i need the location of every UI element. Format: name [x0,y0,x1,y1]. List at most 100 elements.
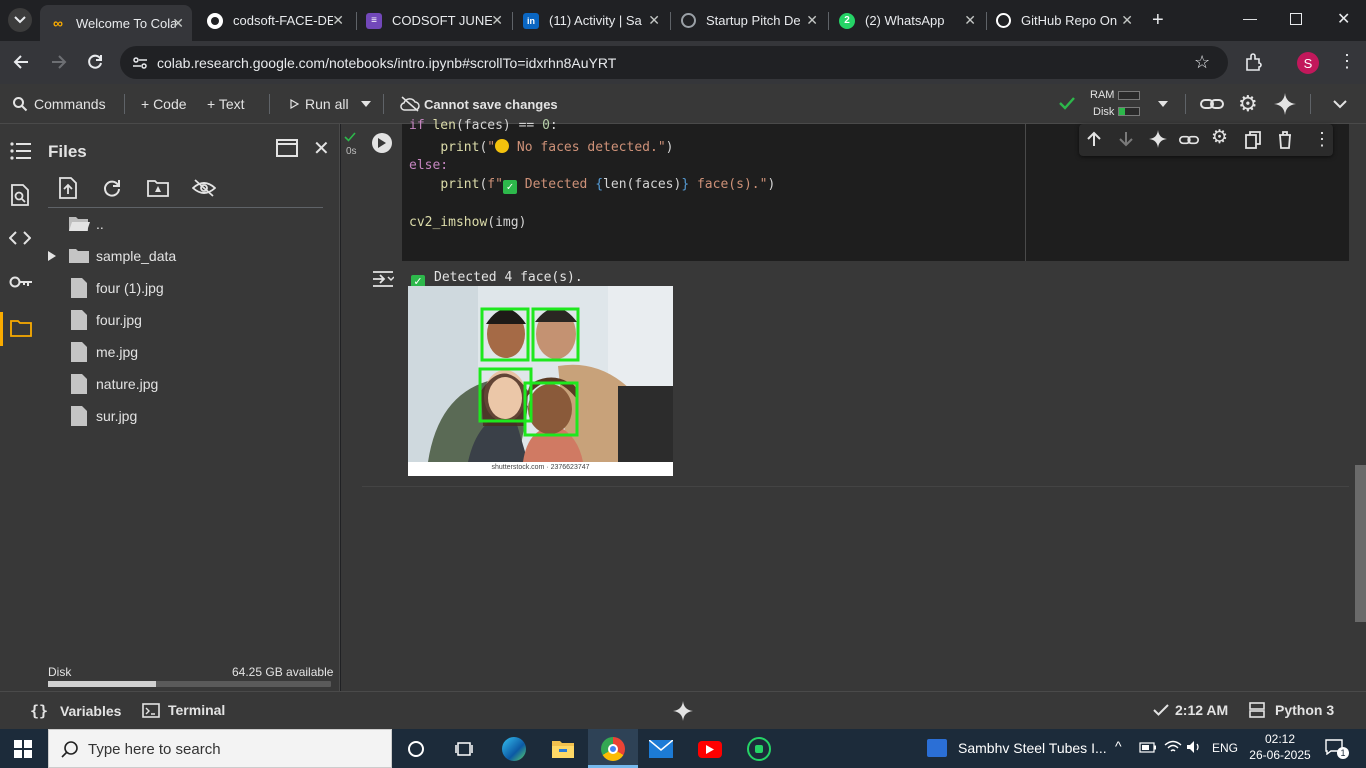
whatsapp-icon[interactable] [746,736,772,762]
colab-icon: ∞ [53,15,63,31]
file-item-sur-jpg[interactable]: sur.jpg [68,400,137,432]
action-center-icon[interactable]: 1 [1325,739,1349,759]
variables-button[interactable]: {} Variables [30,702,121,720]
file-item-parent[interactable]: .. [68,208,104,240]
mail-icon[interactable] [648,736,674,762]
output-actions-icon[interactable] [372,270,394,288]
file-item-label: sur.jpg [96,408,138,424]
link-icon[interactable] [1200,96,1224,112]
forward-icon[interactable] [50,53,68,71]
tab-startup-pitch[interactable]: Startup Pitch De ✕ [671,6,826,35]
stock-app-icon[interactable] [927,739,947,757]
add-code-button[interactable]: + Code [141,84,187,124]
resources-dropdown[interactable] [1158,101,1168,107]
link-to-cell-icon[interactable] [1179,133,1199,147]
sad-face-emoji-icon [495,139,510,153]
url-bar[interactable]: colab.research.google.com/notebooks/intr… [120,46,1228,79]
secrets-key-icon[interactable] [9,275,33,289]
more-options-icon[interactable]: ⋮ [1313,129,1331,149]
run-cell-button[interactable] [372,133,392,153]
cortana-icon[interactable] [403,736,429,762]
open-in-tab-icon[interactable] [276,139,298,157]
close-icon[interactable]: ✕ [964,12,976,29]
run-all-button[interactable]: Run all [289,84,349,124]
close-icon[interactable]: ✕ [806,12,818,29]
wifi-icon[interactable] [1164,740,1182,754]
volume-icon[interactable] [1186,740,1202,754]
back-icon[interactable] [12,53,30,71]
file-item-sample-data[interactable]: sample_data [48,240,176,272]
execution-time-status[interactable]: 2:12 AM [1153,702,1228,718]
restore-button[interactable] [1290,13,1302,25]
commands-button[interactable]: Commands [12,84,106,124]
minimize-button[interactable]: — [1243,10,1257,26]
tab-github-repo[interactable]: GitHub Repo On ✕ [986,6,1141,35]
terminal-button[interactable]: Terminal [142,702,225,718]
upload-file-icon[interactable] [59,177,77,199]
tab-forms[interactable]: ≡ CODSOFT JUNE ✕ [356,6,511,35]
code-snippets-icon[interactable] [9,231,31,245]
move-down-icon[interactable] [1119,131,1133,147]
windows-start-icon[interactable] [14,740,32,758]
collapse-header-icon[interactable] [1333,100,1347,109]
file-item-me-jpg[interactable]: me.jpg [68,336,138,368]
file-item-nature-jpg[interactable]: nature.jpg [68,368,158,400]
profile-avatar[interactable]: S [1297,52,1319,74]
reload-icon[interactable] [86,53,104,71]
task-view-icon[interactable] [451,736,477,762]
add-text-button[interactable]: + Text [207,84,245,124]
hide-files-icon[interactable] [192,179,216,197]
tab-whatsapp[interactable]: 2 (2) WhatsApp ✕ [829,6,984,35]
delete-trash-icon[interactable] [1278,131,1292,149]
site-settings-icon[interactable] [132,55,148,71]
tab-github[interactable]: codsoft-FACE-DE ✕ [197,6,352,35]
clock-date[interactable]: 26-06-2025 [1240,748,1320,762]
tab-colab[interactable]: ∞ Welcome To Cola ✕ [40,5,192,41]
address-bar-row: colab.research.google.com/notebooks/intr… [0,41,1366,84]
clock-time[interactable]: 02:12 [1250,732,1310,746]
file-item-four-1-jpg[interactable]: four (1).jpg [68,272,164,304]
close-icon[interactable]: ✕ [491,12,503,29]
tab-search-button[interactable] [8,8,32,32]
notebook-scrollbar[interactable] [1355,124,1366,691]
show-hidden-icons[interactable]: ^ [1115,738,1122,754]
new-tab-button[interactable]: + [1152,9,1164,32]
close-icon[interactable]: ✕ [648,12,660,29]
run-all-dropdown[interactable] [361,84,371,124]
bookmark-star-icon[interactable]: ☆ [1194,52,1210,73]
browser-menu-icon[interactable]: ⋮ [1338,52,1356,70]
runtime-status[interactable]: Python 3 [1249,702,1334,718]
tab-linkedin[interactable]: in (11) Activity | Sa ✕ [513,6,668,35]
files-panel: Files ✕ .. sample_data four (1).jpg four… [40,124,340,691]
settings-gear-icon[interactable]: ⚙ [1238,93,1258,115]
language-indicator[interactable]: ENG [1212,741,1238,755]
gemini-sparkle-icon[interactable] [1149,130,1167,148]
youtube-icon[interactable] [697,736,723,762]
gemini-sparkle-icon[interactable] [1274,93,1296,115]
edge-icon[interactable] [501,736,527,762]
extensions-icon[interactable] [1244,52,1264,72]
close-icon[interactable]: ✕ [172,15,184,32]
table-of-contents-icon[interactable] [10,142,32,160]
expand-arrow-icon[interactable] [48,251,62,261]
taskbar-search-box[interactable]: Type here to search [48,729,392,768]
taskbar-notification-text[interactable]: Sambhv Steel Tubes I... [958,740,1107,756]
scrollbar-thumb[interactable] [1355,465,1366,622]
gemini-sparkle-icon[interactable] [673,701,693,721]
move-up-icon[interactable] [1087,131,1101,147]
close-panel-icon[interactable]: ✕ [313,136,330,161]
find-replace-icon[interactable] [10,184,30,206]
file-explorer-icon[interactable] [550,736,576,762]
window-close-button[interactable]: ✕ [1337,9,1350,29]
chrome-icon[interactable] [600,736,626,762]
close-icon[interactable]: ✕ [1121,12,1133,29]
files-folder-icon[interactable] [10,319,32,337]
battery-icon[interactable] [1139,742,1157,753]
mount-drive-icon[interactable] [147,179,169,197]
file-item-four-jpg[interactable]: four.jpg [68,304,142,336]
cell-settings-gear-icon[interactable]: ⚙ [1211,128,1228,148]
refresh-icon[interactable] [102,178,122,198]
output-image: shutterstock.com · 2376623747 [408,286,673,476]
mirror-cell-icon[interactable] [1245,131,1261,149]
close-icon[interactable]: ✕ [332,12,344,29]
